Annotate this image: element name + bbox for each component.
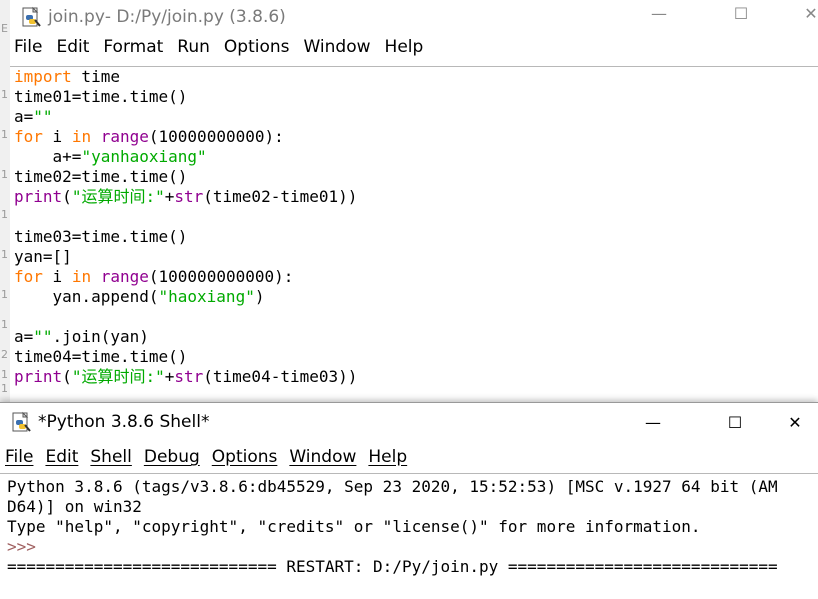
gutter-digit: 1	[1, 288, 8, 301]
menu-file[interactable]: File	[14, 37, 42, 57]
menu-help[interactable]: Help	[385, 37, 424, 57]
shell-line: ============================ RESTART: D:…	[7, 557, 778, 576]
editor-menubar: File Edit Format Run Options Window Help	[10, 34, 818, 60]
menu-run[interactable]: Run	[177, 37, 210, 57]
gutter-digit: 1	[1, 248, 8, 261]
menu-options[interactable]: Options	[212, 447, 278, 467]
minimize-icon: —	[645, 412, 661, 432]
editor-window: join.py - D:/Py/join.py (3.8.6) — ☐ ✕ Fi…	[10, 0, 818, 402]
gutter-digit: 1	[1, 168, 8, 181]
code-line: a="".join(yan)	[14, 327, 149, 346]
python-file-icon	[22, 6, 41, 27]
menu-help[interactable]: Help	[368, 447, 407, 467]
minimize-button[interactable]: —	[630, 409, 676, 435]
editor-titlebar[interactable]: join.py - D:/Py/join.py (3.8.6) — ☐ ✕	[10, 0, 818, 34]
code-line: time02=time.time()	[14, 167, 188, 186]
code-line: print("运算时间:"+str(time02-time01))	[14, 187, 358, 206]
code-line: import time	[14, 67, 120, 86]
menu-window[interactable]: Window	[289, 447, 356, 467]
shell-menubar: File Edit Shell Debug Options Window Hel…	[0, 441, 818, 473]
maximize-icon: ☐	[727, 412, 743, 432]
minimize-icon: —	[651, 3, 667, 23]
code-line: print("运算时间:"+str(time04-time03))	[14, 367, 358, 386]
menu-edit[interactable]: Edit	[56, 37, 89, 57]
gutter-digit: 1	[1, 128, 8, 141]
editor-title-path: - D:/Py/join.py (3.8.6)	[104, 7, 286, 27]
gutter-digit: 1	[1, 208, 8, 221]
menu-options[interactable]: Options	[224, 37, 290, 57]
gutter-digit: 1	[1, 382, 8, 395]
code-line: time04=time.time()	[14, 347, 188, 366]
shell-line: Python 3.8.6 (tags/v3.8.6:db45529, Sep 2…	[7, 477, 778, 496]
close-icon: ✕	[804, 3, 818, 23]
code-line: time01=time.time()	[14, 87, 188, 106]
gutter-digit: 2	[1, 348, 8, 361]
menu-shell[interactable]: Shell	[90, 447, 131, 467]
minimize-button[interactable]: —	[636, 0, 682, 26]
close-icon: ✕	[788, 412, 802, 432]
shell-line: D64)] on win32	[7, 497, 142, 516]
menu-format[interactable]: Format	[103, 37, 163, 57]
code-line: time03=time.time()	[14, 227, 188, 246]
close-button[interactable]: ✕	[772, 409, 818, 435]
maximize-button[interactable]: ☐	[712, 409, 758, 435]
shell-window: *Python 3.8.6 Shell* — ☐ ✕ File Edit She…	[0, 402, 818, 599]
editor-title-file: join.py	[48, 7, 105, 27]
shell-line: Type "help", "copyright", "credits" or "…	[7, 517, 701, 536]
menu-debug[interactable]: Debug	[144, 447, 200, 467]
menu-file[interactable]: File	[5, 447, 33, 467]
close-button[interactable]: ✕	[788, 0, 818, 26]
gutter-digit: 1	[1, 318, 8, 331]
code-line: a=""	[14, 107, 53, 126]
code-line: a+="yanhaoxiang"	[14, 147, 207, 166]
code-line: for i in range(10000000000):	[14, 127, 284, 146]
code-line: yan=[]	[14, 247, 72, 266]
menu-window[interactable]: Window	[304, 37, 371, 57]
python-file-icon	[12, 411, 31, 432]
shell-prompt: >>>	[7, 537, 36, 556]
shell-titlebar[interactable]: *Python 3.8.6 Shell* — ☐ ✕	[0, 403, 818, 441]
gutter-digit: 1	[1, 88, 8, 101]
shell-title: *Python 3.8.6 Shell*	[38, 412, 210, 432]
maximize-button[interactable]: ☐	[718, 0, 764, 26]
menu-edit[interactable]: Edit	[45, 447, 78, 467]
code-line: yan.append("haoxiang")	[14, 287, 265, 306]
code-editor[interactable]: import time time01=time.time() a="" for …	[10, 66, 818, 402]
shell-output[interactable]: Python 3.8.6 (tags/v3.8.6:db45529, Sep 2…	[0, 473, 818, 599]
code-line: for i in range(100000000000):	[14, 267, 294, 286]
gutter-digit: E	[1, 22, 8, 35]
maximize-icon: ☐	[733, 3, 749, 23]
gutter-digit: 1	[1, 368, 8, 381]
